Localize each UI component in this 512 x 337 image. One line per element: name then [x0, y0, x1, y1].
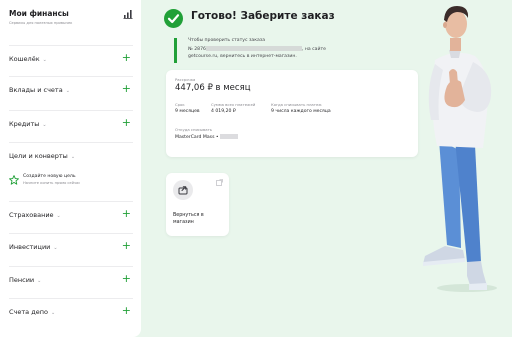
term-value: 9 месяцев: [175, 109, 200, 114]
chevron-down-icon: ⌄: [50, 310, 56, 316]
sidebar-item-label: Пенсии: [9, 276, 35, 284]
chevron-down-icon: ⌄: [56, 213, 61, 219]
term-label: Срок: [175, 102, 185, 107]
plus-icon[interactable]: +: [122, 83, 131, 94]
plus-icon[interactable]: +: [122, 273, 131, 284]
sidebar-item-label: Страхование: [9, 211, 54, 219]
sidebar-item-depo[interactable]: Счета депо ⌄ +: [9, 298, 133, 326]
sidebar-item-label: Кошелёк: [9, 55, 40, 63]
sidebar-item-deposits[interactable]: Вклады и счета ⌄ +: [9, 76, 133, 104]
chevron-down-icon: ⌄: [53, 245, 58, 251]
create-goal-subtitle: Начните копить прямо сейчас: [23, 181, 81, 185]
chevron-down-icon: ⌄: [42, 57, 47, 63]
chart-icon[interactable]: [123, 9, 133, 19]
card-name: MasterCard Mass •: [175, 135, 219, 140]
sidebar-subtitle: Сервисы для полезных привычек: [9, 21, 73, 25]
installment-card: Рассрочка 447,06 ₽ в месяц Срок 9 месяце…: [166, 70, 418, 157]
plus-icon[interactable]: +: [122, 240, 131, 251]
monthly-amount: 447,06 ₽ в месяц: [175, 83, 251, 93]
chevron-down-icon: ⌄: [37, 278, 42, 284]
plus-icon[interactable]: +: [122, 305, 131, 316]
sidebar-item-label: Цели и конверты: [9, 152, 68, 160]
masked-card-number: [220, 134, 239, 139]
info-text-suffix: , на сайте: [301, 47, 326, 52]
sidebar-item-goals[interactable]: Цели и конверты ⌄: [9, 142, 133, 170]
total-value: 4 019,20 ₽: [211, 109, 236, 114]
return-label: Вернуться в магазин: [173, 213, 204, 225]
info-accent-bar: [174, 38, 177, 63]
sidebar-item-pensions[interactable]: Пенсии ⌄ +: [9, 266, 133, 294]
sidebar-item-investments[interactable]: Инвестиции ⌄ +: [9, 233, 133, 261]
sidebar-title: Мои финансы: [9, 9, 69, 18]
plus-icon[interactable]: +: [122, 52, 131, 63]
total-label: Сумма всех платежей: [211, 102, 256, 107]
create-goal-link[interactable]: Создайте новую цель Начните копить прямо…: [9, 170, 133, 198]
info-text-line: getcourse.ru, вернитесь в интернет-магаз…: [188, 54, 297, 59]
sidebar-item-label: Кредиты: [9, 120, 40, 128]
sidebar-item-insurance[interactable]: Страхование ⌄ +: [9, 201, 133, 229]
star-icon: [9, 175, 19, 185]
due-value: 9 числа каждого месяца: [271, 109, 331, 114]
card-value: MasterCard Mass •: [175, 134, 239, 140]
card-label: Откуда списывать: [175, 127, 213, 132]
thumbs-up-man-illustration: [423, 6, 497, 292]
info-text-line: Чтобы проверить статус заказа: [188, 38, 266, 43]
masked-order-number: [205, 46, 302, 51]
order-number: № 2876: [188, 47, 206, 52]
sidebar: Мои финансы Сервисы для полезных привыче…: [0, 0, 141, 337]
info-text-line: № 2876 , на сайте: [188, 46, 326, 52]
sidebar-item-credits[interactable]: Кредиты ⌄ +: [9, 110, 133, 138]
chevron-down-icon: ⌄: [65, 88, 70, 94]
page-title: Готово! Заберите заказ: [191, 10, 335, 22]
sidebar-item-wallet[interactable]: Кошелёк ⌄ +: [9, 45, 133, 73]
sidebar-header[interactable]: Мои финансы Сервисы для полезных привыче…: [9, 9, 133, 37]
sidebar-item-label: Вклады и счета: [9, 86, 63, 94]
create-goal-title: Создайте новую цель: [23, 174, 76, 179]
return-to-shop-button[interactable]: Вернуться в магазин: [166, 173, 229, 236]
share-icon: [173, 180, 193, 200]
chevron-down-icon: ⌄: [42, 122, 47, 128]
due-label: Когда списывать платеж: [271, 102, 322, 107]
plus-icon[interactable]: +: [122, 208, 131, 219]
amount-label: Рассрочка: [175, 77, 196, 82]
success-check-icon: [164, 9, 183, 28]
sidebar-item-label: Инвестиции: [9, 243, 51, 251]
external-link-icon: [216, 179, 223, 186]
plus-icon[interactable]: +: [122, 117, 131, 128]
chevron-down-icon: ⌄: [70, 154, 76, 160]
sidebar-item-label: Счета депо: [9, 308, 48, 316]
